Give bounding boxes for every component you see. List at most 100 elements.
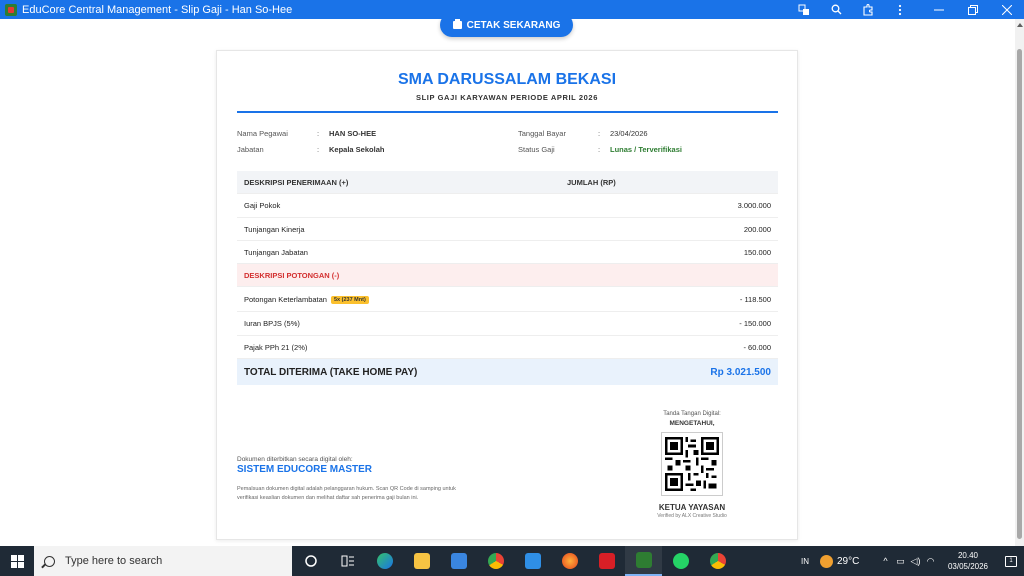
translate-icon[interactable]: [788, 0, 820, 19]
notification-icon: 1: [1005, 555, 1017, 567]
store-app[interactable]: [440, 546, 477, 576]
scrollbar-thumb[interactable]: [1017, 49, 1022, 539]
scroll-up-icon[interactable]: [1017, 23, 1023, 27]
chrome-app[interactable]: [477, 546, 514, 576]
vertical-scrollbar[interactable]: [1015, 19, 1024, 546]
firefox-app[interactable]: [551, 546, 588, 576]
deduction-amount: - 118.500: [739, 294, 771, 304]
edge-app[interactable]: [366, 546, 403, 576]
position-label: Jabatan: [237, 145, 264, 154]
system-tray: IN 29°C ^ ▭ ◁) ◠ 20.40 03/05/2026 1: [790, 546, 1024, 576]
weather-temperature: 29°C: [837, 555, 860, 567]
qr-code[interactable]: [661, 432, 723, 496]
payment-info: Tanggal Bayar : 23/04/2026 Status Gaji :…: [518, 129, 778, 159]
income-amount: 200.000: [743, 224, 771, 234]
colon: :: [317, 129, 320, 138]
red-app[interactable]: [588, 546, 625, 576]
restore-button[interactable]: [956, 0, 990, 19]
battery-icon[interactable]: ▭: [893, 556, 908, 567]
school-name: SMA DARUSSALAM BEKASI: [397, 71, 617, 88]
close-button[interactable]: [990, 0, 1024, 19]
clock-time: 20.40: [957, 551, 979, 560]
window-titlebar: EduCore Central Management - Slip Gaji -…: [0, 0, 1024, 19]
folder-icon: [413, 553, 430, 569]
employee-name-label: Nama Pegawai: [237, 129, 288, 138]
total-row: TOTAL DITERIMA (TAKE HOME PAY) Rp 3.021.…: [237, 359, 778, 385]
print-now-button[interactable]: CETAK SEKARANG: [440, 19, 573, 37]
colon: :: [317, 145, 320, 154]
amount-header: JUMLAH (RP): [567, 177, 616, 187]
task-view-icon: [304, 555, 317, 567]
red-app-icon: [598, 553, 615, 569]
extensions-icon[interactable]: [852, 0, 884, 19]
search-icon: [44, 555, 55, 567]
colon: :: [598, 145, 601, 154]
more-menu-icon[interactable]: [884, 0, 916, 19]
whatsapp-icon: [672, 553, 689, 569]
table-row: Gaji Pokok 3.000.000: [237, 194, 778, 218]
income-desc: Gaji Pokok: [244, 201, 281, 210]
table-row: Tunjangan Jabatan 150.000: [237, 241, 778, 264]
chrome-profile-icon: [709, 553, 726, 569]
deduction-desc: Iuran BPJS (5%): [244, 319, 300, 328]
educore-icon: [635, 552, 652, 568]
salary-status-value: Lunas / Terverifikasi: [610, 145, 682, 154]
mail-app[interactable]: [514, 546, 551, 576]
chrome-profile-app[interactable]: [699, 546, 736, 576]
pay-date-value: 23/04/2026: [610, 129, 648, 138]
pay-date-label: Tanggal Bayar: [518, 129, 566, 138]
signer-title: KETUA YAYASAN: [658, 503, 726, 512]
printer-icon: [452, 19, 462, 29]
verified-by: Verified by ALX Creative Studio: [657, 513, 727, 519]
deduction-header-row: DESKRIPSI POTONGAN (-): [237, 264, 778, 287]
income-desc: Tunjangan Kinerja: [244, 224, 305, 234]
issuing-system: SISTEM EDUCORE MASTER: [237, 464, 373, 475]
employee-info: Nama Pegawai : HAN SO-HEE Jabatan : Kepa…: [237, 129, 487, 159]
task-view-button[interactable]: [292, 546, 329, 576]
notification-count: 1: [1009, 558, 1013, 564]
weather-widget[interactable]: 29°C: [820, 554, 878, 568]
mail-icon: [524, 553, 541, 569]
window-title: EduCore Central Management - Slip Gaji -…: [22, 3, 293, 16]
colon: :: [598, 129, 601, 138]
minimize-button[interactable]: [922, 0, 956, 19]
zoom-icon[interactable]: [820, 0, 852, 19]
salary-status-label: Status Gaji: [518, 145, 555, 154]
total-label: TOTAL DITERIMA (TAKE HOME PAY): [244, 366, 418, 378]
taskbar-search-box[interactable]: Type here to search: [34, 546, 292, 576]
start-button[interactable]: [0, 546, 34, 576]
page-content: CETAK SEKARANG SMA DARUSSALAM BEKASI SLI…: [0, 19, 1024, 546]
file-explorer-app[interactable]: [403, 546, 440, 576]
table-row: Pajak PPh 21 (2%) - 60.000: [237, 336, 778, 359]
firefox-icon: [561, 553, 578, 569]
position-value: Kepala Sekolah: [329, 145, 385, 154]
income-amount: 150.000: [743, 247, 771, 257]
educore-app-icon: [5, 3, 17, 16]
deduction-amount: - 60.000: [743, 342, 771, 352]
whatsapp-app[interactable]: [662, 546, 699, 576]
windows-logo-icon: [10, 554, 24, 568]
income-amount: 3.000.000: [737, 201, 771, 210]
print-now-label: CETAK SEKARANG: [466, 19, 561, 31]
clock-date: 03/05/2026: [947, 562, 989, 571]
language-indicator[interactable]: IN: [790, 557, 820, 566]
volume-icon[interactable]: ◁): [908, 556, 923, 567]
income-header-row: DESKRIPSI PENERIMAAN (+) JUMLAH (RP): [237, 171, 778, 194]
header-divider: [237, 111, 778, 113]
income-desc: Tunjangan Jabatan: [244, 247, 308, 257]
acknowledged-label: MENGETAHUI,: [669, 420, 715, 427]
notification-center-button[interactable]: 1: [998, 546, 1024, 576]
widgets-icon: [341, 555, 354, 567]
slip-subtitle: SLIP GAJI KARYAWAN PERIODE APRIL 2026: [416, 93, 598, 102]
clock[interactable]: 20.40 03/05/2026: [938, 550, 998, 572]
table-row: Tunjangan Kinerja 200.000: [237, 218, 778, 241]
late-deduction-label: Potongan Keterlambatan: [244, 294, 327, 304]
widgets-button[interactable]: [329, 546, 366, 576]
late-count-badge: 5x (237 Mnt): [330, 295, 369, 304]
chrome-icon: [487, 553, 504, 569]
chevron-up-icon[interactable]: ^: [878, 556, 893, 566]
educore-app[interactable]: [625, 546, 662, 576]
salary-slip: SMA DARUSSALAM BEKASI SLIP GAJI KARYAWAN…: [216, 50, 798, 540]
wifi-icon[interactable]: ◠: [923, 556, 938, 567]
deduction-desc: Potongan Keterlambatan 5x (237 Mnt): [244, 295, 369, 304]
